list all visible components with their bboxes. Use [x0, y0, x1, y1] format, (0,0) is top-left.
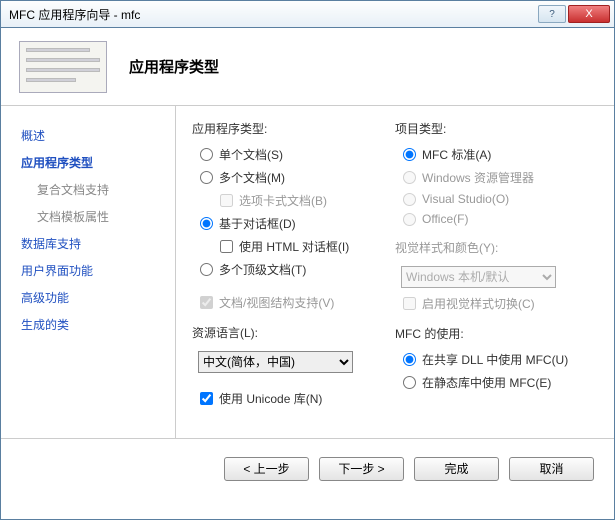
res-lang-select[interactable]: 中文(简体，中国) — [198, 351, 353, 373]
nav-app-type[interactable]: 应用程序类型 — [17, 149, 167, 176]
main-panel: 应用程序类型: 单个文档(S) 多个文档(M) 选项卡式文档(B) 基于对话框(… — [176, 106, 614, 438]
help-button[interactable]: ? — [538, 5, 566, 23]
visual-style-label: 视觉样式和颜色(Y): — [395, 239, 598, 256]
radio-mfc-shared[interactable]: 在共享 DLL 中使用 MFC(U) — [395, 348, 598, 371]
page-title: 应用程序类型 — [129, 56, 219, 77]
radio-multi-top[interactable]: 多个顶级文档(T) — [192, 258, 395, 281]
nav-ui-features[interactable]: 用户界面功能 — [17, 257, 167, 284]
check-visual-switch: 启用视觉样式切换(C) — [395, 292, 598, 315]
left-column: 应用程序类型: 单个文档(S) 多个文档(M) 选项卡式文档(B) 基于对话框(… — [192, 120, 395, 424]
finish-button[interactable]: 完成 — [414, 457, 499, 481]
content: 概述 应用程序类型 复合文档支持 文档模板属性 数据库支持 用户界面功能 高级功… — [1, 106, 614, 438]
radio-office: Office(F) — [395, 209, 598, 229]
prev-button[interactable]: < 上一步 — [224, 457, 309, 481]
nav-doc-template[interactable]: 文档模板属性 — [17, 203, 167, 230]
next-button[interactable]: 下一步 > — [319, 457, 404, 481]
close-button[interactable]: X — [568, 5, 610, 23]
res-lang-label: 资源语言(L): — [192, 324, 395, 341]
window-title: MFC 应用程序向导 - mfc — [5, 6, 536, 23]
nav-advanced[interactable]: 高级功能 — [17, 284, 167, 311]
check-unicode[interactable]: 使用 Unicode 库(N) — [192, 387, 395, 410]
nav-compound-doc[interactable]: 复合文档支持 — [17, 176, 167, 203]
window-body: 应用程序类型 概述 应用程序类型 复合文档支持 文档模板属性 数据库支持 用户界… — [0, 28, 615, 520]
radio-mfc-static[interactable]: 在静态库中使用 MFC(E) — [395, 371, 598, 394]
right-column: 项目类型: MFC 标准(A) Windows 资源管理器 Visual Stu… — [395, 120, 598, 424]
mfc-use-label: MFC 的使用: — [395, 325, 598, 342]
nav-generated[interactable]: 生成的类 — [17, 311, 167, 338]
footer: < 上一步 下一步 > 完成 取消 — [1, 438, 614, 498]
radio-dialog[interactable]: 基于对话框(D) — [192, 212, 395, 235]
nav-sidebar: 概述 应用程序类型 复合文档支持 文档模板属性 数据库支持 用户界面功能 高级功… — [1, 106, 176, 438]
app-type-label: 应用程序类型: — [192, 120, 395, 137]
radio-visual-studio: Visual Studio(O) — [395, 189, 598, 209]
wizard-icon — [19, 41, 107, 93]
radio-multi-doc[interactable]: 多个文档(M) — [192, 166, 395, 189]
radio-single-doc[interactable]: 单个文档(S) — [192, 143, 395, 166]
nav-database[interactable]: 数据库支持 — [17, 230, 167, 257]
check-html-dialog[interactable]: 使用 HTML 对话框(I) — [192, 235, 395, 258]
radio-mfc-std[interactable]: MFC 标准(A) — [395, 143, 598, 166]
header: 应用程序类型 — [1, 28, 614, 106]
proj-type-label: 项目类型: — [395, 120, 598, 137]
visual-style-select: Windows 本机/默认 — [401, 266, 556, 288]
titlebar: MFC 应用程序向导 - mfc ? X — [0, 0, 615, 28]
check-tabbed-doc: 选项卡式文档(B) — [192, 189, 395, 212]
nav-overview[interactable]: 概述 — [17, 122, 167, 149]
cancel-button[interactable]: 取消 — [509, 457, 594, 481]
radio-win-explorer: Windows 资源管理器 — [395, 166, 598, 189]
check-doc-view: 文档/视图结构支持(V) — [192, 291, 395, 314]
